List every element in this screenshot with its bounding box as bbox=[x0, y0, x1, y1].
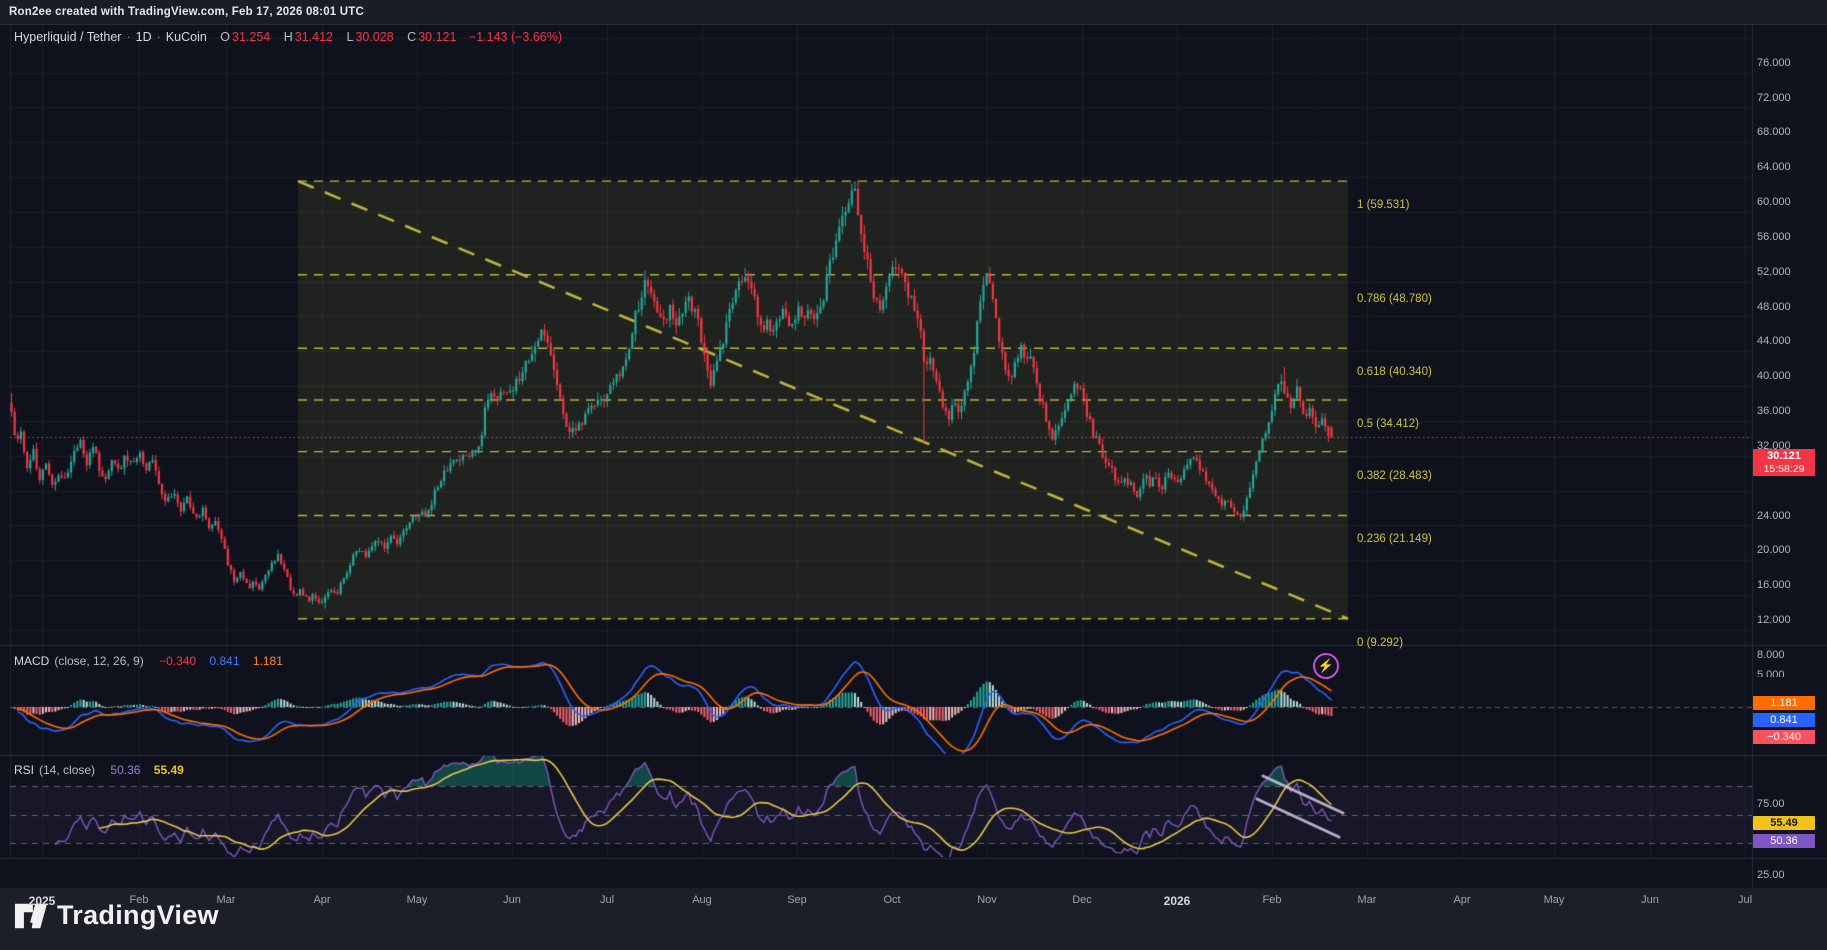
price-axis-tick: 16.000 bbox=[1757, 579, 1791, 591]
price-axis-partial-tick: 5.000 bbox=[1757, 669, 1785, 677]
price-axis-tick: 48.000 bbox=[1757, 301, 1791, 313]
fib-level-label: 0 (9.292) bbox=[1357, 637, 1403, 649]
rsi-line-axis-label: 50.36 bbox=[1753, 834, 1815, 848]
macd-line-axis-label: 0.841 bbox=[1753, 713, 1815, 727]
price-axis-tick: 12.000 bbox=[1757, 614, 1791, 626]
lightning-glyph: ⚡ bbox=[1318, 658, 1334, 673]
time-axis-tick: Mar bbox=[1358, 894, 1377, 906]
price-axis-tick: 40.000 bbox=[1757, 370, 1791, 382]
bar-countdown: 15:58:29 bbox=[1753, 463, 1815, 476]
time-axis-tick: Feb bbox=[1263, 894, 1282, 906]
time-axis-tick: May bbox=[1544, 894, 1565, 906]
watermark-bar: Ron2ee created with TradingView.com, Feb… bbox=[0, 0, 1827, 25]
fib-level-label: 0.786 (48.780) bbox=[1357, 293, 1432, 305]
close-value: 30.121 bbox=[418, 30, 456, 44]
macd-hist-axis-label: −0.340 bbox=[1753, 730, 1815, 744]
high-label: H bbox=[284, 30, 293, 44]
current-price-label: 30.121 15:58:29 bbox=[1753, 449, 1815, 476]
symbol-legend[interactable]: Hyperliquid / Tether · 1D · KuCoin O31.254 H… bbox=[14, 30, 562, 44]
time-axis-tick: Jun bbox=[1641, 894, 1659, 906]
fib-level-label: 0.5 (34.412) bbox=[1357, 418, 1419, 430]
chart-area: Hyperliquid / Tether · 1D · KuCoin O31.254 H… bbox=[0, 25, 1827, 888]
interval-label[interactable]: 1D bbox=[136, 30, 152, 44]
price-axis-tick: 8.000 bbox=[1757, 649, 1785, 661]
macd-hist-value: −0.340 bbox=[159, 654, 196, 668]
time-axis-tick: May bbox=[407, 894, 428, 906]
time-axis-tick: Feb bbox=[130, 894, 149, 906]
time-axis-tick: Sep bbox=[787, 894, 807, 906]
price-axis-tick: 72.000 bbox=[1757, 92, 1791, 104]
symbol-title[interactable]: Hyperliquid / Tether bbox=[14, 30, 121, 44]
rsi-axis-tick-bottom: 25.00 bbox=[1757, 869, 1785, 881]
macd-signal-value: 1.181 bbox=[253, 654, 283, 668]
time-axis-tick: Mar bbox=[217, 894, 236, 906]
fib-level-label: 1 (59.531) bbox=[1357, 199, 1409, 211]
macd-legend[interactable]: MACD (close, 12, 26, 9) −0.340 0.841 1.18… bbox=[14, 654, 283, 668]
price-axis-tick: 68.000 bbox=[1757, 126, 1791, 138]
price-axis-tick: 56.000 bbox=[1757, 231, 1791, 243]
macd-name[interactable]: MACD bbox=[14, 654, 49, 668]
fib-level-label: 0.382 (28.483) bbox=[1357, 470, 1432, 482]
lightning-icon[interactable]: ⚡ bbox=[1313, 653, 1339, 679]
rsi-ma-value: 55.49 bbox=[154, 763, 184, 777]
rsi-line-value: 50.36 bbox=[110, 763, 140, 777]
fib-level-label: 0.618 (40.340) bbox=[1357, 366, 1432, 378]
fib-level-label: 0.236 (21.149) bbox=[1357, 533, 1432, 545]
time-axis-tick: Oct bbox=[883, 894, 900, 906]
time-axis-tick: Apr bbox=[1453, 894, 1470, 906]
time-axis-tick: 2025 bbox=[29, 894, 56, 908]
exchange-label: KuCoin bbox=[166, 30, 207, 44]
rsi-legend[interactable]: RSI (14, close) 50.36 55.49 bbox=[14, 763, 184, 777]
time-axis-tick: Apr bbox=[313, 894, 330, 906]
time-axis-tick: 2026 bbox=[1164, 894, 1191, 908]
macd-signal-axis-label: 1.181 bbox=[1753, 696, 1815, 710]
price-axis-tick: 60.000 bbox=[1757, 196, 1791, 208]
macd-line-value: 0.841 bbox=[209, 654, 239, 668]
time-axis-tick: Aug bbox=[692, 894, 712, 906]
time-axis-tick: Jul bbox=[1738, 894, 1752, 906]
rsi-name[interactable]: RSI bbox=[14, 763, 34, 777]
price-axis-tick: 24.000 bbox=[1757, 510, 1791, 522]
time-axis-tick: Jun bbox=[503, 894, 521, 906]
time-axis-tick: Jul bbox=[600, 894, 614, 906]
current-price-value: 30.121 bbox=[1753, 450, 1815, 463]
time-axis-tick: Dec bbox=[1072, 894, 1092, 906]
price-axis-tick: 64.000 bbox=[1757, 161, 1791, 173]
price-axis-tick: 20.000 bbox=[1757, 544, 1791, 556]
open-value: 31.254 bbox=[232, 30, 270, 44]
tradingview-screenshot: Ron2ee created with TradingView.com, Feb… bbox=[0, 0, 1827, 950]
low-label: L bbox=[346, 30, 353, 44]
macd-params: (close, 12, 26, 9) bbox=[54, 654, 143, 668]
low-value: 30.028 bbox=[355, 30, 393, 44]
change-value: −1.143 (−3.66%) bbox=[469, 30, 562, 44]
time-axis-tick: Nov bbox=[977, 894, 997, 906]
price-axis-tick: 76.000 bbox=[1757, 57, 1791, 69]
price-axis-tick: 36.000 bbox=[1757, 405, 1791, 417]
legend-separator: · bbox=[157, 30, 161, 44]
rsi-axis-tick-top: 75.00 bbox=[1757, 798, 1785, 810]
chart-canvas[interactable] bbox=[0, 25, 1827, 888]
open-label: O bbox=[220, 30, 230, 44]
rsi-params: (14, close) bbox=[39, 763, 95, 777]
price-axis-tick: 52.000 bbox=[1757, 266, 1791, 278]
rsi-ma-axis-label: 55.49 bbox=[1753, 816, 1815, 830]
high-value: 31.412 bbox=[295, 30, 333, 44]
price-axis-tick: 44.000 bbox=[1757, 335, 1791, 347]
close-label: C bbox=[407, 30, 416, 44]
legend-separator: · bbox=[126, 30, 130, 44]
watermark-text: Ron2ee created with TradingView.com, Feb… bbox=[9, 6, 364, 18]
